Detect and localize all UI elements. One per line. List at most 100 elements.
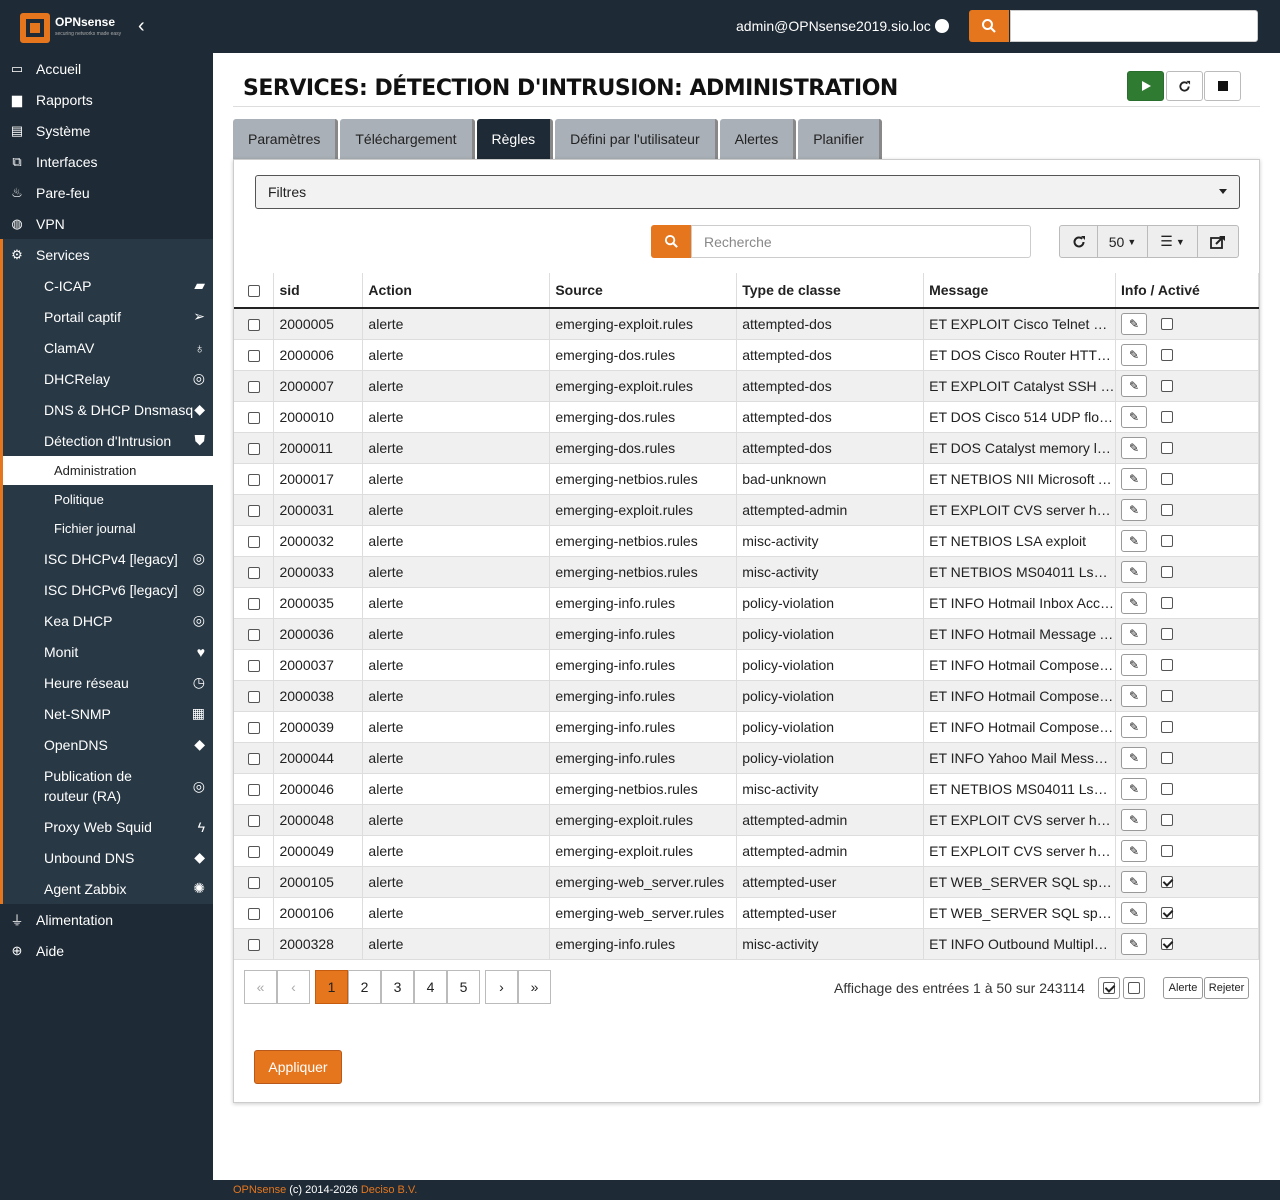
- tab-planifier[interactable]: Planifier: [798, 119, 882, 159]
- pagination-page-button[interactable]: 4: [414, 970, 447, 1004]
- row-select-checkbox[interactable]: [234, 649, 275, 681]
- row-select-checkbox[interactable]: [234, 897, 275, 929]
- enabled-toggle-checkbox[interactable]: [1161, 937, 1174, 950]
- enabled-toggle-checkbox[interactable]: [1161, 751, 1174, 764]
- global-search-input[interactable]: [1010, 10, 1258, 42]
- table-row[interactable]: 2000048 alerte emerging-exploit.rules attem…: [234, 804, 1259, 836]
- table-row[interactable]: 2000010 alerte emerging-dos.rules attempted…: [234, 401, 1259, 433]
- enabled-toggle-checkbox[interactable]: [1161, 441, 1174, 454]
- drop-selected-button[interactable]: Rejeter: [1204, 977, 1249, 999]
- pagination-first-button[interactable]: «: [244, 970, 277, 1004]
- edit-pencil-icon[interactable]: ✎: [1121, 467, 1148, 490]
- row-select-checkbox[interactable]: [234, 525, 275, 557]
- table-row[interactable]: 2000044 alerte emerging-info.rules policy-v…: [234, 742, 1259, 774]
- footer-brand[interactable]: OPNsense: [233, 1184, 286, 1196]
- table-row[interactable]: 2000017 alerte emerging-netbios.rules bad-u…: [234, 463, 1259, 495]
- edit-pencil-icon[interactable]: ✎: [1121, 560, 1148, 583]
- pagination-page-button[interactable]: 2: [348, 970, 381, 1004]
- enabled-toggle-checkbox[interactable]: [1161, 596, 1174, 609]
- table-row[interactable]: 2000038 alerte emerging-info.rules policy-v…: [234, 680, 1259, 712]
- table-row[interactable]: 2000328 alerte emerging-info.rules misc-act…: [234, 928, 1259, 960]
- sidebar-item-isc-dhcpv6-legacy[interactable]: ISC DHCPv6 [legacy] ◎: [3, 574, 213, 605]
- edit-pencil-icon[interactable]: ✎: [1121, 436, 1148, 459]
- table-row[interactable]: 2000036 alerte emerging-info.rules policy-v…: [234, 618, 1259, 650]
- enabled-toggle-checkbox[interactable]: [1161, 906, 1174, 919]
- sidebar-item-kea-dhcp[interactable]: Kea DHCP ◎: [3, 605, 213, 636]
- table-row[interactable]: 2000037 alerte emerging-info.rules policy-v…: [234, 649, 1259, 681]
- table-row[interactable]: 2000033 alerte emerging-netbios.rules misc-…: [234, 556, 1259, 588]
- enabled-toggle-checkbox[interactable]: [1161, 813, 1174, 826]
- sidebar-item-unbound-dns[interactable]: Unbound DNS ◆: [3, 842, 213, 873]
- table-row[interactable]: 2000035 alerte emerging-info.rules policy-v…: [234, 587, 1259, 619]
- select-all-checkbox[interactable]: [234, 273, 275, 309]
- sidebar-item-monit[interactable]: Monit ♥: [3, 636, 213, 667]
- edit-pencil-icon[interactable]: ✎: [1121, 746, 1148, 769]
- enabled-toggle-checkbox[interactable]: [1161, 627, 1174, 640]
- grid-refresh-button[interactable]: [1060, 226, 1098, 257]
- enabled-toggle-checkbox[interactable]: [1161, 844, 1174, 857]
- grid-search-input[interactable]: Recherche: [691, 225, 1031, 258]
- table-row[interactable]: 2000049 alerte emerging-exploit.rules attem…: [234, 835, 1259, 867]
- edit-pencil-icon[interactable]: ✎: [1121, 498, 1148, 521]
- sidebar-subitem-politique[interactable]: Politique: [3, 485, 213, 514]
- enabled-toggle-checkbox[interactable]: [1161, 379, 1174, 392]
- edit-pencil-icon[interactable]: ✎: [1121, 777, 1148, 800]
- edit-pencil-icon[interactable]: ✎: [1121, 901, 1148, 924]
- table-row[interactable]: 2000031 alerte emerging-exploit.rules attem…: [234, 494, 1259, 526]
- row-select-checkbox[interactable]: [234, 742, 275, 774]
- tab-d-fini-par-l-utilisateur[interactable]: Défini par l'utilisateur: [555, 119, 718, 159]
- sidebar-item-syst-me[interactable]: ▤ Système: [0, 115, 213, 146]
- filters-dropdown[interactable]: Filtres: [255, 175, 1240, 209]
- sidebar-subitem-administration[interactable]: Administration: [3, 456, 213, 485]
- tab-t-l-chargement[interactable]: Téléchargement: [340, 119, 475, 159]
- enabled-toggle-checkbox[interactable]: [1161, 782, 1174, 795]
- alert-selected-button[interactable]: Alerte: [1163, 977, 1203, 999]
- sidebar-item-d-tection-d-intrusion[interactable]: Détection d'Intrusion ⛊: [3, 425, 213, 456]
- restart-service-button[interactable]: [1166, 71, 1203, 101]
- row-select-checkbox[interactable]: [234, 339, 275, 371]
- row-select-checkbox[interactable]: [234, 618, 275, 650]
- edit-pencil-icon[interactable]: ✎: [1121, 715, 1148, 738]
- rows-per-page-select[interactable]: 50 ▼: [1098, 226, 1148, 257]
- column-header-info-enabled[interactable]: Info / Activé: [1115, 273, 1259, 309]
- pagination-last-button[interactable]: »: [518, 970, 551, 1004]
- edit-pencil-icon[interactable]: ✎: [1121, 374, 1148, 397]
- sidebar-item-dns-dhcp-dnsmasq[interactable]: DNS & DHCP Dnsmasq ◆: [3, 394, 213, 425]
- global-search-button[interactable]: [969, 10, 1009, 42]
- sidebar-item-heure-r-seau[interactable]: Heure réseau ◷: [3, 667, 213, 698]
- sidebar-item-portail-captif[interactable]: Portail captif ➢: [3, 301, 213, 332]
- start-service-button[interactable]: [1127, 71, 1164, 101]
- edit-pencil-icon[interactable]: ✎: [1121, 312, 1148, 335]
- table-row[interactable]: 2000039 alerte emerging-info.rules policy-v…: [234, 711, 1259, 743]
- enabled-toggle-checkbox[interactable]: [1161, 317, 1174, 330]
- column-header-classtype[interactable]: Type de classe: [736, 273, 925, 309]
- pagination-prev-button[interactable]: ‹: [277, 970, 310, 1004]
- row-select-checkbox[interactable]: [234, 835, 275, 867]
- sidebar-item-alimentation[interactable]: ⏚ Alimentation: [0, 904, 213, 935]
- column-selector-button[interactable]: ☰ ▼: [1148, 226, 1198, 257]
- sidebar-item-aide[interactable]: ⊕ Aide: [0, 935, 213, 966]
- edit-pencil-icon[interactable]: ✎: [1121, 405, 1148, 428]
- edit-pencil-icon[interactable]: ✎: [1121, 591, 1148, 614]
- row-select-checkbox[interactable]: [234, 773, 275, 805]
- sidebar-item-clamav[interactable]: ClamAV ♁: [3, 332, 213, 363]
- edit-pencil-icon[interactable]: ✎: [1121, 870, 1148, 893]
- opnsense-logo[interactable]: OPNsense securing networks made easy: [20, 12, 130, 44]
- enabled-toggle-checkbox[interactable]: [1161, 472, 1174, 485]
- row-select-checkbox[interactable]: [234, 866, 275, 898]
- tab-r-gles[interactable]: Règles: [476, 119, 554, 159]
- row-select-checkbox[interactable]: [234, 494, 275, 526]
- table-row[interactable]: 2000007 alerte emerging-exploit.rules attem…: [234, 370, 1259, 402]
- apply-button[interactable]: Appliquer: [254, 1050, 342, 1084]
- enabled-toggle-checkbox[interactable]: [1161, 534, 1174, 547]
- edit-pencil-icon[interactable]: ✎: [1121, 653, 1148, 676]
- sidebar-item-agent-zabbix[interactable]: Agent Zabbix ✺: [3, 873, 213, 904]
- column-header-source[interactable]: Source: [549, 273, 738, 309]
- tab-param-tres[interactable]: Paramètres: [233, 119, 339, 159]
- sidebar-item-proxy-web-squid[interactable]: Proxy Web Squid ϟ: [3, 811, 213, 842]
- export-button[interactable]: [1198, 226, 1238, 257]
- edit-pencil-icon[interactable]: ✎: [1121, 932, 1148, 955]
- enabled-toggle-checkbox[interactable]: [1161, 875, 1174, 888]
- edit-pencil-icon[interactable]: ✎: [1121, 343, 1148, 366]
- enabled-toggle-checkbox[interactable]: [1161, 410, 1174, 423]
